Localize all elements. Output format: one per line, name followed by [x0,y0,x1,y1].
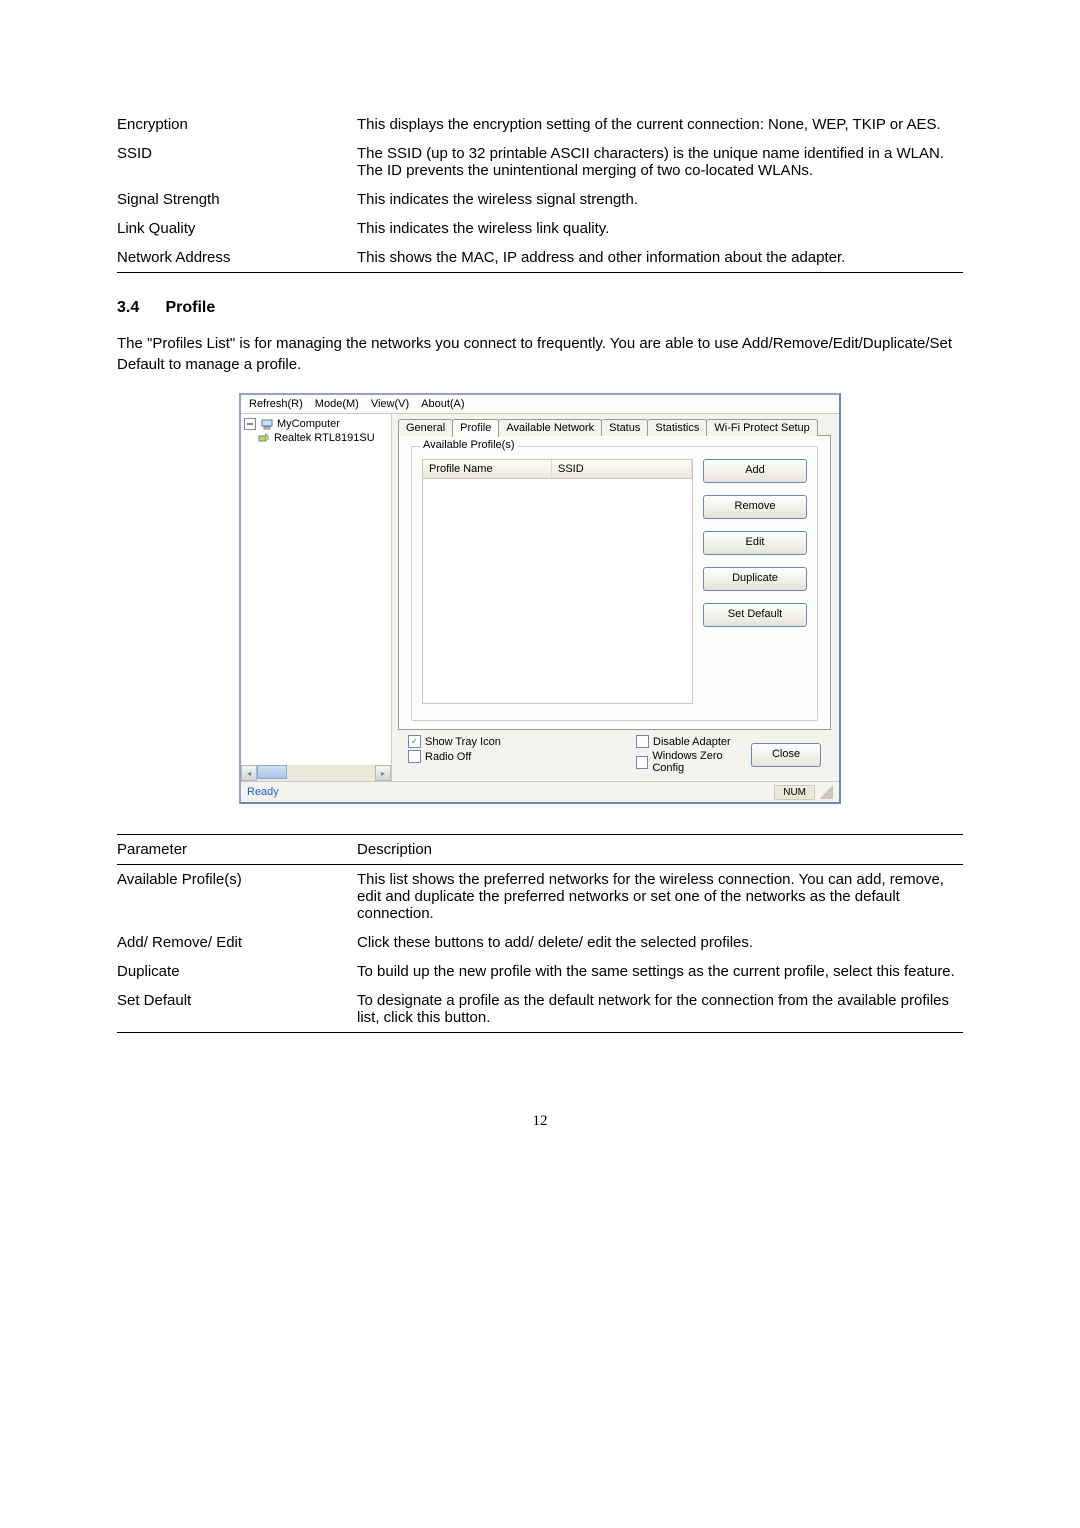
profile-list-header: Profile Name SSID [422,459,693,479]
param-set-default: Set Default [117,986,357,1033]
duplicate-button[interactable]: Duplicate [703,567,807,591]
section-number: 3.4 [117,299,161,317]
menu-mode[interactable]: Mode(M) [313,397,361,411]
windows-zero-config-label: Windows Zero Config [652,750,751,774]
collapse-icon[interactable] [243,417,257,431]
menu-view[interactable]: View(V) [369,397,411,411]
edit-button[interactable]: Edit [703,531,807,555]
show-tray-icon-label: Show Tray Icon [425,736,501,748]
tree-adapter-label[interactable]: Realtek RTL8191SU [274,432,375,444]
status-ready: Ready [247,786,279,798]
table2-head-parameter: Parameter [117,835,357,865]
adapter-icon [257,431,271,445]
group-label-available-profiles: Available Profile(s) [420,439,518,451]
param-duplicate: Duplicate [117,957,357,986]
tree-horizontal-scrollbar[interactable]: ◂ ▸ [241,765,391,781]
table2-head-description: Description [357,835,963,865]
desc-set-default: To designate a profile as the default ne… [357,986,963,1033]
desc-network-address: This shows the MAC, IP address and other… [357,243,963,273]
resize-grip-icon[interactable] [819,785,833,799]
profile-list-body[interactable] [422,479,693,704]
scroll-thumb[interactable] [257,765,287,779]
status-bar: Ready NUM [241,781,839,802]
desc-signal-strength: This indicates the wireless signal stren… [357,185,963,214]
section-intro: The "Profiles List" is for managing the … [117,333,963,375]
menu-refresh[interactable]: Refresh(R) [247,397,305,411]
computer-icon [260,417,274,431]
add-button[interactable]: Add [703,459,807,483]
set-default-button[interactable]: Set Default [703,603,807,627]
close-button[interactable]: Close [751,743,821,767]
param-network-address: Network Address [117,243,357,273]
menu-about[interactable]: About(A) [419,397,466,411]
desc-ssid: The SSID (up to 32 printable ASCII chara… [357,139,963,185]
tab-status[interactable]: Status [601,419,648,436]
tree-root-label[interactable]: MyComputer [277,418,340,430]
show-tray-icon-checkbox[interactable]: ✓ [408,735,421,748]
status-numlock: NUM [774,785,815,800]
col-profile-name[interactable]: Profile Name [423,460,552,478]
param-ssid: SSID [117,139,357,185]
param-signal-strength: Signal Strength [117,185,357,214]
param-encryption: Encryption [117,110,357,139]
param-available-profiles: Available Profile(s) [117,865,357,929]
disable-adapter-checkbox[interactable] [636,735,649,748]
windows-zero-config-checkbox[interactable] [636,756,648,769]
col-ssid[interactable]: SSID [552,460,692,478]
section-heading: 3.4 Profile [117,299,963,317]
param-add-remove-edit: Add/ Remove/ Edit [117,928,357,957]
scroll-left-button[interactable]: ◂ [241,765,257,781]
profile-tab-screenshot: Refresh(R) Mode(M) View(V) About(A) MyCo… [239,393,841,804]
tab-general[interactable]: General [398,419,453,436]
desc-duplicate: To build up the new profile with the sam… [357,957,963,986]
scroll-right-button[interactable]: ▸ [375,765,391,781]
remove-button[interactable]: Remove [703,495,807,519]
tab-strip: General Profile Available Network Status… [398,418,831,436]
menu-bar: Refresh(R) Mode(M) View(V) About(A) [241,395,839,414]
tab-wifi-protect-setup[interactable]: Wi-Fi Protect Setup [706,419,817,436]
lower-parameter-table: Parameter Description Available Profile(… [117,834,963,1033]
tab-available-network[interactable]: Available Network [498,419,602,436]
desc-link-quality: This indicates the wireless link quality… [357,214,963,243]
param-link-quality: Link Quality [117,214,357,243]
adapter-tree-pane: MyComputer Realtek RTL8191SU ◂ ▸ [241,414,392,781]
disable-adapter-label: Disable Adapter [653,736,731,748]
radio-off-label: Radio Off [425,751,471,763]
upper-parameter-table: Encryption This displays the encryption … [117,110,963,273]
tab-statistics[interactable]: Statistics [647,419,707,436]
tab-profile[interactable]: Profile [452,419,499,437]
section-title-text: Profile [165,299,215,316]
desc-add-remove-edit: Click these buttons to add/ delete/ edit… [357,928,963,957]
desc-available-profiles: This list shows the preferred networks f… [357,865,963,929]
page-number: 12 [117,1113,963,1130]
desc-encryption: This displays the encryption setting of … [357,110,963,139]
radio-off-checkbox[interactable] [408,750,421,763]
